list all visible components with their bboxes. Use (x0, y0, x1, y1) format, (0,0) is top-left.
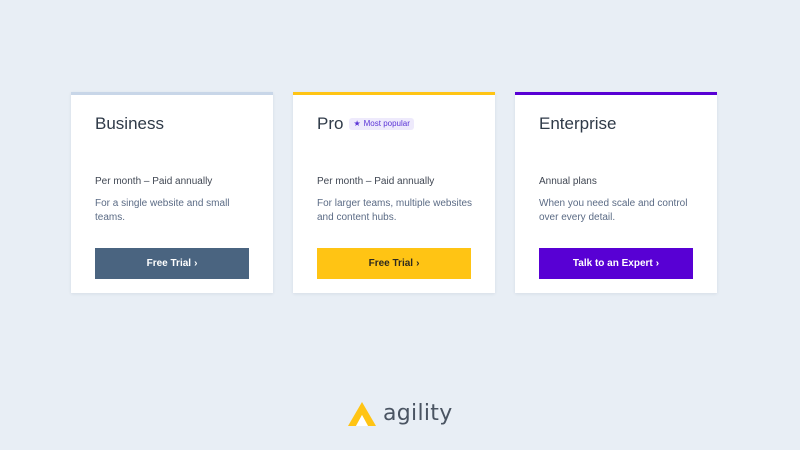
chevron-right-icon: › (194, 258, 198, 269)
chevron-right-icon: › (655, 258, 660, 269)
plan-title-row: Enterprise (539, 114, 616, 134)
plan-title: Business (95, 114, 164, 133)
talk-to-expert-button[interactable]: Talk to an Expert › (539, 248, 693, 279)
plan-title-row: Pro ★ Most popular (317, 114, 414, 134)
plan-card-business: Business Per month – Paid annually For a… (71, 92, 273, 293)
card-accent-bar (71, 92, 273, 95)
agility-logo[interactable]: agility (347, 401, 453, 427)
badge-label: Most popular (363, 119, 410, 128)
star-icon: ★ (353, 119, 361, 128)
plan-card-pro: Pro ★ Most popular Per month – Paid annu… (293, 92, 495, 293)
plan-title: Enterprise (539, 114, 617, 133)
most-popular-badge: ★ Most popular (349, 118, 414, 130)
cta-label: Free Trial (146, 258, 192, 269)
plan-description: For larger teams, multiple websites and … (317, 198, 473, 223)
plan-card-enterprise: Enterprise Annual plans When you need sc… (515, 92, 717, 293)
card-accent-bar (515, 92, 717, 95)
plan-description: When you need scale and control over eve… (539, 198, 688, 223)
plan-billing: Annual plans (539, 176, 597, 187)
card-accent-bar (293, 92, 495, 95)
free-trial-button[interactable]: Free Trial › (95, 248, 249, 279)
cta-label: Free Trial (368, 258, 414, 269)
plan-billing: Per month – Paid annually (95, 176, 213, 187)
plan-title-row: Business (95, 114, 164, 134)
plan-title: Pro (317, 114, 344, 133)
plan-description: For a single website and small teams. (95, 198, 230, 223)
cta-label: Talk to an Expert (572, 258, 653, 269)
chevron-right-icon: › (416, 258, 420, 269)
free-trial-button[interactable]: Free Trial › (317, 248, 471, 279)
agility-logo-icon (348, 402, 376, 426)
logo-text: agility (383, 401, 453, 426)
plan-billing: Per month – Paid annually (317, 176, 435, 187)
